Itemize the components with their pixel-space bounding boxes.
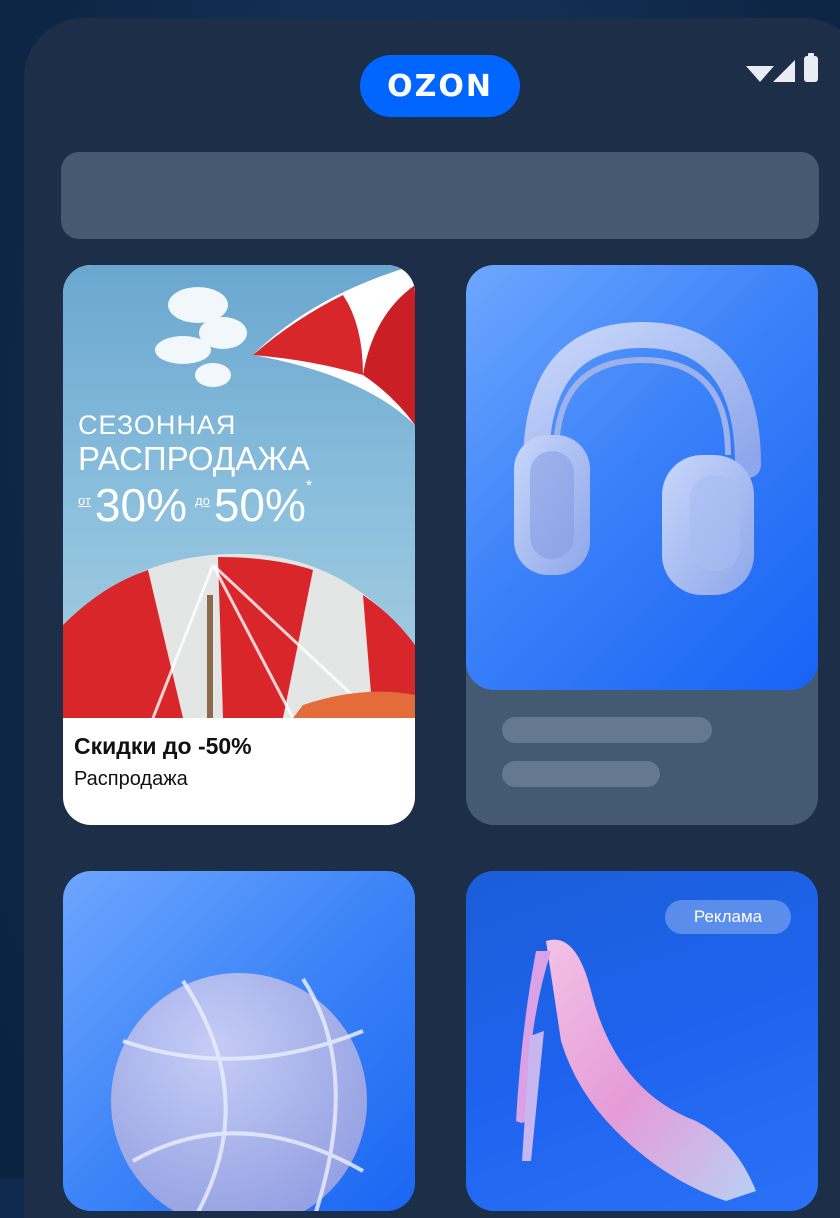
- signal-icon: [773, 60, 795, 82]
- promo-card[interactable]: СЕЗОННАЯ РАСПРОДАЖА от 30% до 50% * Скид…: [63, 265, 415, 825]
- banner-line-1: СЕЗОННАЯ: [78, 410, 237, 440]
- headphones-image: [466, 265, 818, 690]
- banner-line-2: РАСПРОДАЖА: [78, 440, 310, 477]
- from-value: 30%: [94, 479, 187, 531]
- wifi-icon: [746, 66, 774, 82]
- status-bar: [746, 53, 818, 82]
- ozon-logo[interactable]: OZON: [360, 55, 520, 117]
- skeleton-price: [502, 761, 660, 787]
- promo-banner-text: СЕЗОННАЯ РАСПРОДАЖА от 30% до 50% *: [78, 410, 312, 532]
- skeleton-title: [502, 717, 712, 743]
- basketball-icon: [111, 973, 367, 1211]
- promo-banner-image: СЕЗОННАЯ РАСПРОДАЖА от 30% до 50% *: [63, 265, 415, 718]
- to-label: до: [194, 493, 210, 508]
- headphones-icon: [514, 321, 761, 595]
- footnote-mark: *: [305, 478, 313, 495]
- promo-title: Скидки до -50%: [74, 733, 252, 759]
- promo-subtitle: Распродажа: [74, 768, 188, 790]
- search-bar[interactable]: [61, 152, 819, 239]
- from-label: от: [78, 493, 91, 508]
- ad-badge: Реклама: [665, 900, 791, 934]
- product-card-basketball[interactable]: [63, 871, 415, 1211]
- to-value: 50%: [213, 479, 306, 531]
- product-card-headphones[interactable]: [466, 265, 818, 825]
- phone-screen: OZON СЕЗОННАЯ РАСПРОДАЖА от 30% до 50% *…: [24, 18, 840, 1218]
- product-card-shoe[interactable]: Реклама: [466, 871, 818, 1211]
- banner-discount-range: от 30% до 50% *: [78, 478, 312, 532]
- battery-icon: [804, 53, 818, 82]
